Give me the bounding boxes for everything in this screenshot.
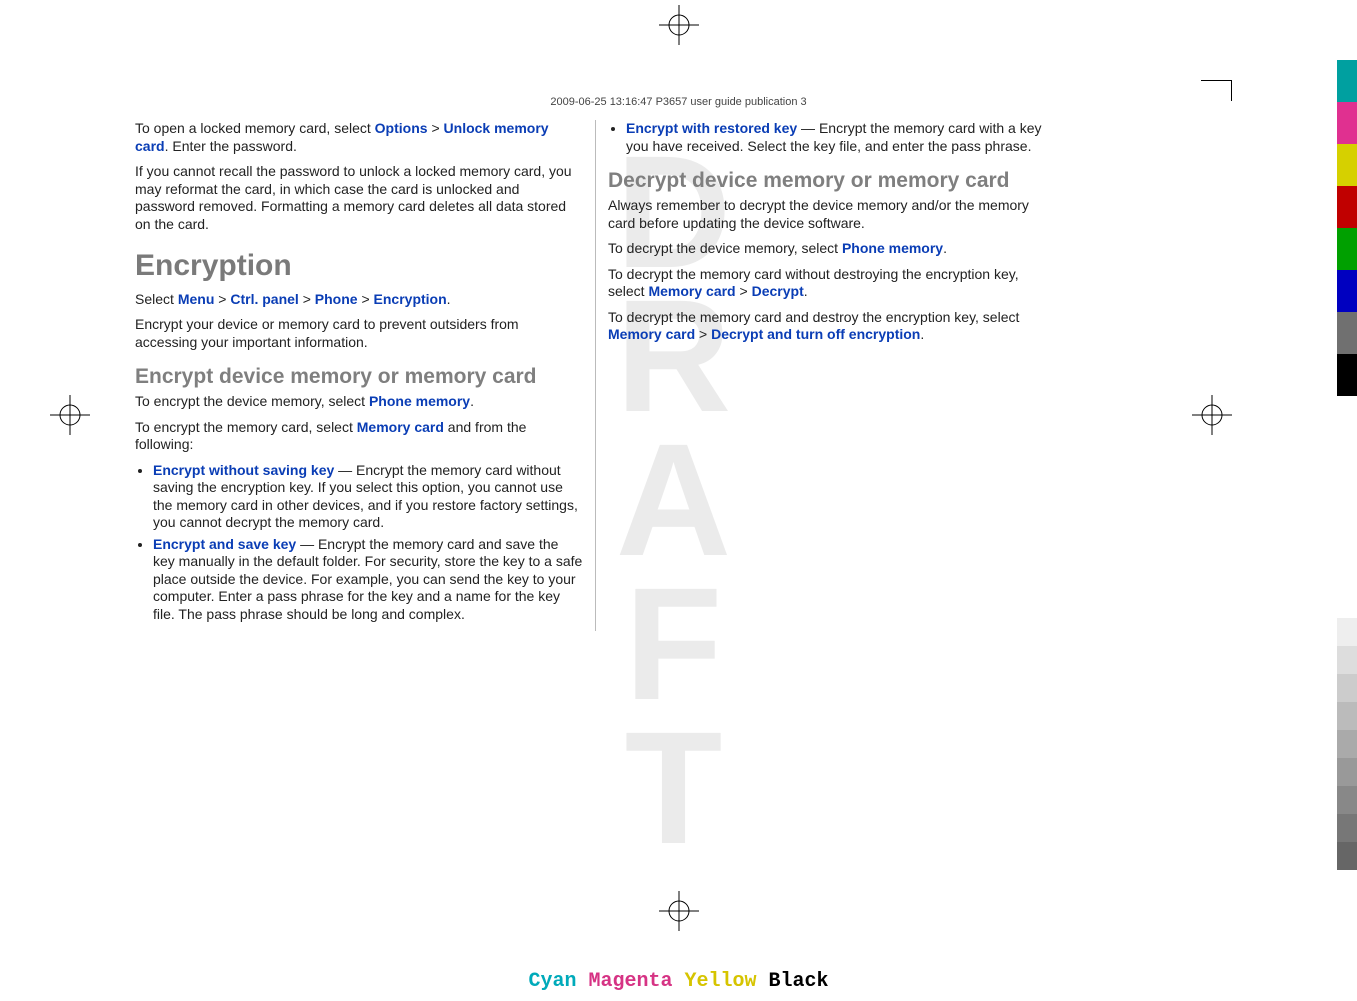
footer-color-names: Cyan Magenta Yellow Black: [528, 970, 828, 993]
link-ctrl-panel: Ctrl. panel: [230, 291, 298, 307]
gray-bars: [1337, 590, 1357, 870]
link-phone-memory: Phone memory: [369, 393, 470, 409]
link-memory-card-3: Memory card: [608, 326, 695, 342]
para-forgot-password: If you cannot recall the password to unl…: [135, 163, 583, 233]
para-encrypt-intro: Encrypt your device or memory card to pr…: [135, 316, 583, 351]
link-phone: Phone: [315, 291, 358, 307]
list-item: Encrypt without saving key — Encrypt the…: [153, 462, 583, 532]
registration-mark-top: [659, 5, 699, 45]
right-column: Encrypt with restored key — Encrypt the …: [596, 120, 1056, 631]
link-decrypt-turn-off: Decrypt and turn off encryption: [711, 326, 920, 342]
para-decrypt-keep-key: To decrypt the memory card without destr…: [608, 266, 1056, 301]
page-content: To open a locked memory card, select Opt…: [135, 120, 1057, 631]
registration-mark-left: [50, 395, 90, 435]
crop-mark-top-right: [1201, 80, 1232, 101]
encrypt-options-list: Encrypt without saving key — Encrypt the…: [135, 462, 583, 624]
link-options: Options: [375, 120, 428, 136]
para-encrypt-memory-card: To encrypt the memory card, select Memor…: [135, 419, 583, 454]
link-encrypt-and-save-key: Encrypt and save key: [153, 536, 296, 552]
encrypt-options-list-cont: Encrypt with restored key — Encrypt the …: [608, 120, 1056, 155]
link-phone-memory-2: Phone memory: [842, 240, 943, 256]
link-encrypt-with-restored-key: Encrypt with restored key: [626, 120, 797, 136]
link-encryption: Encryption: [374, 291, 447, 307]
footer-magenta: Magenta: [588, 970, 672, 993]
footer-cyan: Cyan: [528, 970, 576, 993]
link-memory-card: Memory card: [357, 419, 444, 435]
registration-mark-right: [1192, 395, 1232, 435]
link-decrypt: Decrypt: [752, 283, 804, 299]
left-column: To open a locked memory card, select Opt…: [135, 120, 596, 631]
header-text: 2009-06-25 13:16:47 P3657 user guide pub…: [550, 96, 806, 108]
color-bars: [1337, 60, 1357, 396]
heading-encryption: Encryption: [135, 247, 583, 285]
list-item: Encrypt with restored key — Encrypt the …: [626, 120, 1056, 155]
heading-encrypt-device: Encrypt device memory or memory card: [135, 365, 583, 389]
link-encrypt-without-saving-key: Encrypt without saving key: [153, 462, 334, 478]
para-open-locked-card: To open a locked memory card, select Opt…: [135, 120, 583, 155]
footer-black: Black: [769, 970, 829, 993]
registration-mark-bottom: [659, 891, 699, 931]
para-encrypt-device-memory: To encrypt the device memory, select Pho…: [135, 393, 583, 411]
para-decrypt-remember: Always remember to decrypt the device me…: [608, 197, 1056, 232]
para-decrypt-destroy-key: To decrypt the memory card and destroy t…: [608, 309, 1056, 344]
para-decrypt-device-memory: To decrypt the device memory, select Pho…: [608, 240, 1056, 258]
list-item: Encrypt and save key — Encrypt the memor…: [153, 536, 583, 624]
footer-yellow: Yellow: [685, 970, 757, 993]
para-select-encryption: Select Menu > Ctrl. panel > Phone > Encr…: [135, 291, 583, 309]
link-menu: Menu: [178, 291, 215, 307]
heading-decrypt-device: Decrypt device memory or memory card: [608, 169, 1056, 193]
link-memory-card-2: Memory card: [648, 283, 735, 299]
